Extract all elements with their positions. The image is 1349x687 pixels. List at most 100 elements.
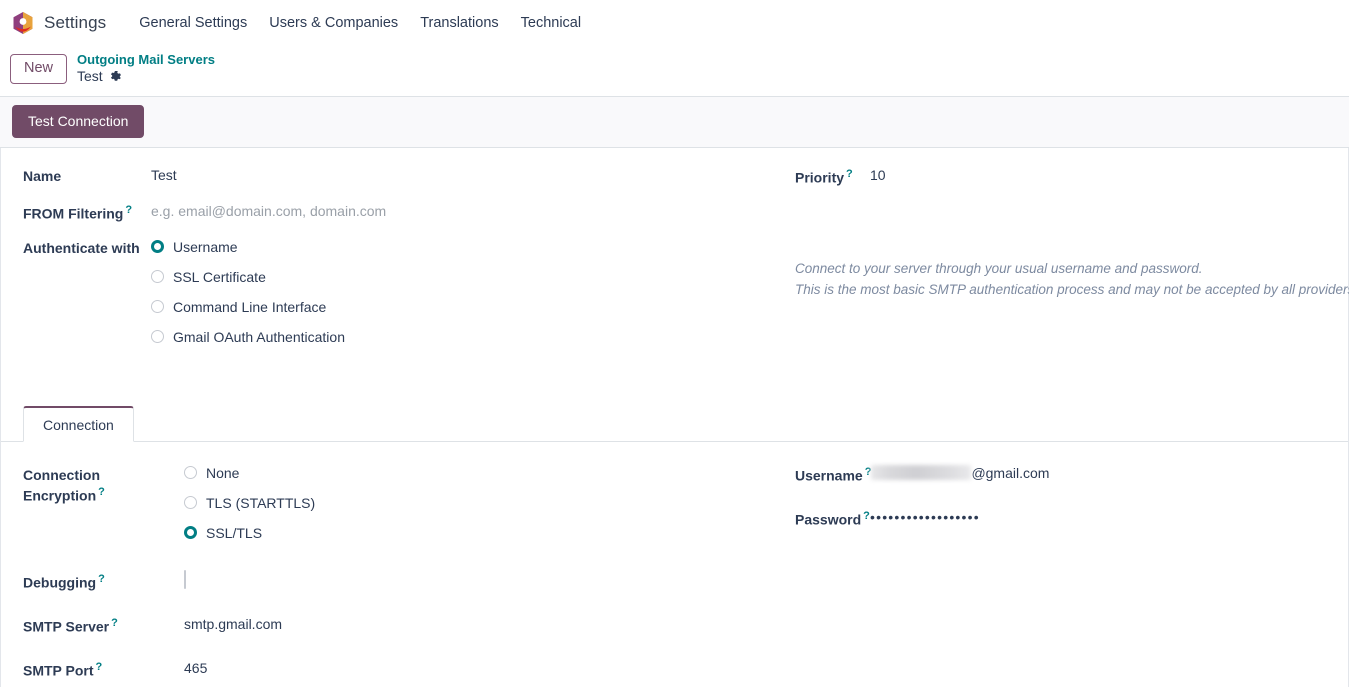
field-smtp-server: SMTP Server? smtp.gmail.com [23,615,783,637]
notebook: Connection Connection Encryption? None T… [1,405,1348,687]
breadcrumb: New Outgoing Mail Servers Test [0,46,1349,96]
connection-right-column: Username? @gmail.com Password? •••••••••… [783,464,1326,687]
radio-label-username: Username [173,238,238,255]
odoo-logo-icon[interactable] [12,11,34,35]
tab-connection[interactable]: Connection [23,405,134,442]
menu-item-translations[interactable]: Translations [409,11,509,35]
field-smtp-port-label-text: SMTP Port [23,662,94,679]
menu-item-technical[interactable]: Technical [510,11,592,35]
brand-name: Settings [44,13,107,32]
form-sheet: Name Test FROM Filtering? e.g. email@dom… [0,147,1349,687]
help-icon-from-filtering[interactable]: ? [125,204,132,216]
username-redacted-mask [871,465,972,481]
radio-indicator-username[interactable] [151,240,164,254]
help-icon-connection-encryption[interactable]: ? [98,486,105,498]
radio-option-ssl-tls[interactable]: SSL/TLS [184,525,315,541]
new-button[interactable]: New [10,53,68,84]
field-from-filtering: FROM Filtering? e.g. email@domain.com, d… [23,202,783,224]
connection-encryption-radio-group: None TLS (STARTTLS) SSL/TLS [151,464,315,541]
menu-item-general-settings[interactable]: General Settings [128,11,258,35]
field-username-label: Username? [795,464,871,486]
field-from-filtering-input[interactable]: e.g. email@domain.com, domain.com [151,202,386,219]
field-smtp-port-value[interactable]: 465 [151,659,207,676]
field-name-value[interactable]: Test [151,166,177,183]
breadcrumb-current-label: Test [77,68,103,85]
help-icon-debugging[interactable]: ? [98,573,105,585]
field-connection-encryption-label-line1: Connection [23,466,100,483]
field-smtp-server-label: SMTP Server? [23,615,151,637]
help-icon-priority[interactable]: ? [846,168,853,180]
control-panel: Test Connection [0,95,1349,148]
radio-label-ssl-tls: SSL/TLS [206,524,263,541]
field-priority: Priority? 10 [795,166,1349,188]
radio-option-username[interactable]: Username [151,239,345,255]
field-debugging: Debugging? [23,569,783,593]
field-smtp-server-value[interactable]: smtp.gmail.com [151,615,282,632]
field-name-label: Name [23,167,62,184]
auth-hint-line-2: This is the most basic SMTP authenticati… [795,282,1349,298]
radio-indicator-command-line-interface[interactable] [151,300,164,314]
field-priority-value[interactable]: 10 [870,166,886,183]
brand[interactable]: Settings [12,11,106,35]
breadcrumb-stack: Outgoing Mail Servers Test [77,52,215,86]
help-icon-smtp-server[interactable]: ? [111,617,118,629]
form-right-column: Priority? 10 Connect to your server thro… [783,166,1349,359]
form-left-column: Name Test FROM Filtering? e.g. email@dom… [23,166,783,359]
radio-label-gmail-oauth: Gmail OAuth Authentication [173,328,345,345]
field-smtp-port: SMTP Port? 465 [23,659,783,681]
field-username-label-text: Username [795,467,863,484]
help-icon-password[interactable]: ? [863,510,870,522]
field-authenticate-with: Authenticate with Username SSL Certifica… [23,238,783,345]
radio-label-none: None [206,464,240,481]
debugging-checkbox[interactable] [184,569,186,589]
field-smtp-port-label: SMTP Port? [23,659,151,681]
field-debugging-label-text: Debugging [23,574,97,591]
authenticate-with-radio-group: Username SSL Certificate Command Line In… [151,238,345,345]
top-navbar: Settings General Settings Users & Compan… [0,0,1349,46]
radio-option-command-line-interface[interactable]: Command Line Interface [151,299,345,315]
field-password-label-text: Password [795,511,862,528]
radio-indicator-ssl-certificate[interactable] [151,270,164,284]
help-icon-smtp-port[interactable]: ? [96,661,103,673]
auth-hint-block: Connect to your server through your usua… [795,258,1349,301]
username-visible-suffix: @gmail.com [971,464,1050,481]
radio-label-command-line-interface: Command Line Interface [173,298,327,315]
form-sheet-wrapper: Name Test FROM Filtering? e.g. email@dom… [0,147,1349,687]
menu-item-users-companies[interactable]: Users & Companies [258,11,409,35]
field-connection-encryption: Connection Encryption? None TLS (STARTTL… [23,464,783,541]
radio-label-tls-starttls: TLS (STARTTLS) [206,494,316,511]
radio-indicator-ssl-tls[interactable] [184,526,197,540]
navbar-menu: General Settings Users & Companies Trans… [128,11,592,35]
field-password-value[interactable]: •••••••••••••••••• [870,508,980,525]
notebook-tab-bar: Connection [1,405,1348,442]
field-connection-encryption-label-line2: Encryption [23,487,97,504]
radio-indicator-none[interactable] [184,466,197,480]
radio-option-gmail-oauth[interactable]: Gmail OAuth Authentication [151,329,345,345]
gear-icon[interactable] [110,71,122,83]
breadcrumb-parent-link[interactable]: Outgoing Mail Servers [77,52,215,68]
username-redacted-wrapper: @gmail.com [871,465,1049,481]
breadcrumb-current: Test [77,68,215,86]
field-priority-label: Priority? [795,166,870,188]
field-debugging-label: Debugging? [23,571,151,593]
field-username: Username? @gmail.com [795,464,1326,486]
field-connection-encryption-label: Connection Encryption? [23,464,151,506]
test-connection-button[interactable]: Test Connection [12,105,145,139]
radio-indicator-gmail-oauth[interactable] [151,330,164,344]
field-name: Name Test [23,166,783,188]
field-smtp-server-label-text: SMTP Server [23,618,110,635]
form-top-grid: Name Test FROM Filtering? e.g. email@dom… [23,166,1349,359]
connection-left-column: Connection Encryption? None TLS (STARTTL… [23,464,783,687]
radio-option-tls-starttls[interactable]: TLS (STARTTLS) [184,495,315,511]
help-icon-username[interactable]: ? [865,466,872,478]
field-password: Password? •••••••••••••••••• [795,508,1326,530]
connection-grid: Connection Encryption? None TLS (STARTTL… [23,464,1326,687]
radio-option-none[interactable]: None [184,465,315,481]
radio-option-ssl-certificate[interactable]: SSL Certificate [151,269,345,285]
auth-hint-line-1: Connect to your server through your usua… [795,260,1203,276]
field-username-value[interactable]: @gmail.com [871,464,1049,484]
radio-label-ssl-certificate: SSL Certificate [173,268,266,285]
radio-indicator-tls-starttls[interactable] [184,496,197,510]
field-debugging-control [151,569,186,589]
tab-panel-connection: Connection Encryption? None TLS (STARTTL… [23,442,1326,687]
